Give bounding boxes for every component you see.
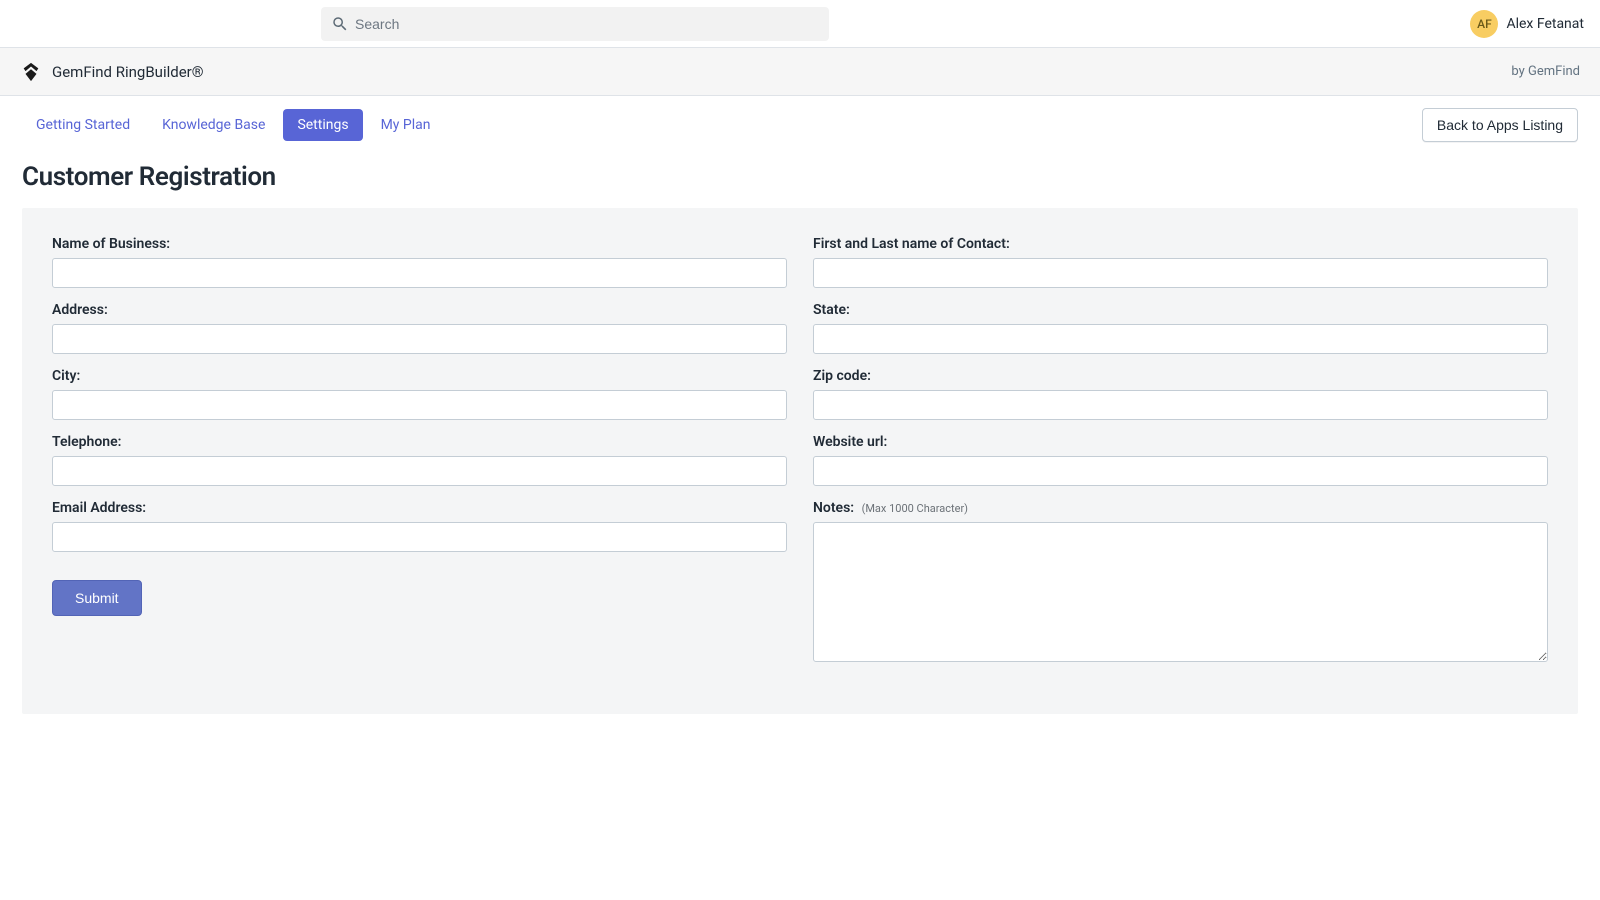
form-col-right: First and Last name of Contact: State: Z… [813, 236, 1548, 680]
field-city: City: [52, 368, 787, 420]
field-state: State: [813, 302, 1548, 354]
by-line: by GemFind [1511, 64, 1580, 79]
label-telephone: Telephone: [52, 434, 787, 450]
app-title: GemFind RingBuilder® [52, 63, 204, 81]
tab-getting-started[interactable]: Getting Started [22, 109, 144, 141]
user-menu[interactable]: AF Alex Fetanat [1470, 10, 1584, 38]
page-title: Customer Registration [22, 162, 1600, 192]
tabs: Getting Started Knowledge Base Settings … [22, 109, 444, 141]
input-telephone[interactable] [52, 456, 787, 486]
appbar-left: GemFind RingBuilder® [20, 61, 204, 83]
input-address[interactable] [52, 324, 787, 354]
form-grid: Name of Business: Address: City: Telepho… [52, 236, 1548, 680]
input-state[interactable] [813, 324, 1548, 354]
field-contact: First and Last name of Contact: [813, 236, 1548, 288]
field-business: Name of Business: [52, 236, 787, 288]
avatar-initials: AF [1477, 17, 1492, 31]
label-contact: First and Last name of Contact: [813, 236, 1548, 252]
search-icon [331, 15, 349, 33]
label-website: Website url: [813, 434, 1548, 450]
label-email: Email Address: [52, 500, 787, 516]
search-wrap [321, 7, 829, 41]
input-business[interactable] [52, 258, 787, 288]
label-notes-hint: (Max 1000 Character) [862, 502, 968, 515]
registration-card: Name of Business: Address: City: Telepho… [22, 208, 1578, 714]
input-notes[interactable] [813, 522, 1548, 662]
label-address: Address: [52, 302, 787, 318]
label-zip: Zip code: [813, 368, 1548, 384]
tab-knowledge-base[interactable]: Knowledge Base [148, 109, 279, 141]
back-to-apps-button[interactable]: Back to Apps Listing [1422, 108, 1578, 142]
input-city[interactable] [52, 390, 787, 420]
field-notes: Notes: (Max 1000 Character) [813, 500, 1548, 666]
appbar: GemFind RingBuilder® by GemFind [0, 48, 1600, 96]
field-zip: Zip code: [813, 368, 1548, 420]
label-city: City: [52, 368, 787, 384]
label-notes-text: Notes: [813, 500, 854, 516]
field-email: Email Address: [52, 500, 787, 552]
label-state: State: [813, 302, 1548, 318]
avatar: AF [1470, 10, 1498, 38]
input-contact[interactable] [813, 258, 1548, 288]
field-telephone: Telephone: [52, 434, 787, 486]
label-notes: Notes: (Max 1000 Character) [813, 500, 1548, 516]
field-website: Website url: [813, 434, 1548, 486]
logo-icon [20, 61, 42, 83]
user-name: Alex Fetanat [1506, 16, 1584, 32]
form-col-left: Name of Business: Address: City: Telepho… [52, 236, 787, 680]
tab-my-plan[interactable]: My Plan [367, 109, 445, 141]
navrow: Getting Started Knowledge Base Settings … [0, 96, 1600, 154]
field-address: Address: [52, 302, 787, 354]
input-email[interactable] [52, 522, 787, 552]
submit-button[interactable]: Submit [52, 580, 142, 616]
tab-settings[interactable]: Settings [283, 109, 362, 141]
search-input[interactable] [321, 7, 829, 41]
topbar: AF Alex Fetanat [0, 0, 1600, 48]
input-zip[interactable] [813, 390, 1548, 420]
label-business: Name of Business: [52, 236, 787, 252]
input-website[interactable] [813, 456, 1548, 486]
